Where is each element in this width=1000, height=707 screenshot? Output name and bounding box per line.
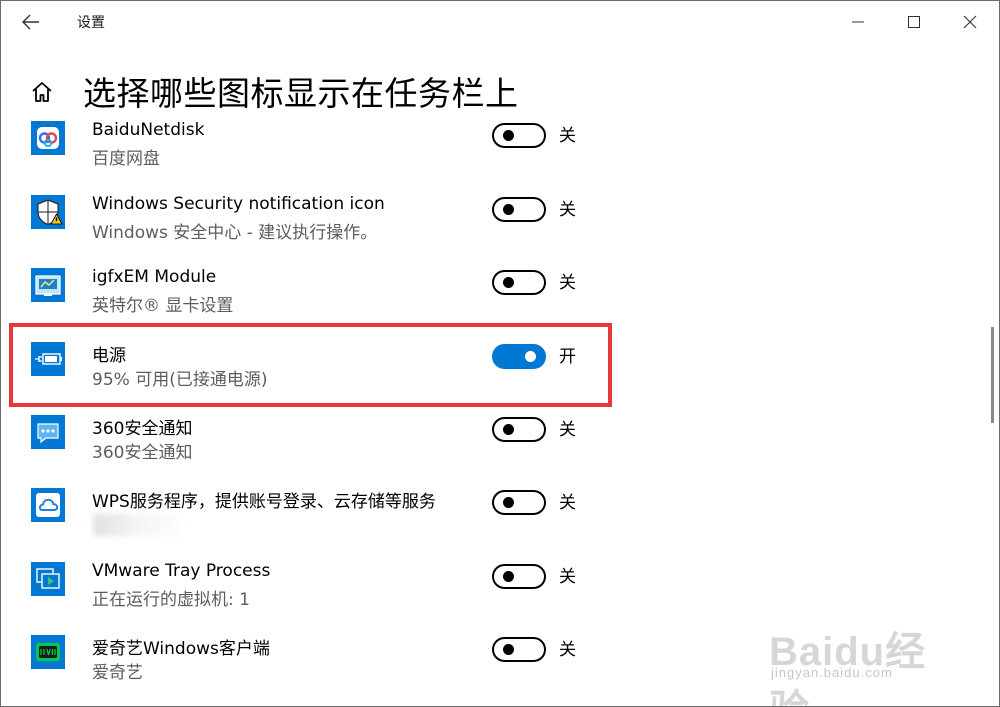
toggle-switch[interactable] (492, 637, 546, 662)
watermark: Baidu经验 jingyan.baidu.com (761, 599, 961, 706)
app-row-vmware: VMware Tray Process 正在运行的虚拟机: 1 关 (1, 561, 621, 628)
close-button[interactable] (947, 5, 993, 39)
app-subtitle: Windows 安全中心 - 建议执行操作。 (92, 223, 378, 243)
toggle-knob (503, 571, 514, 582)
maximize-icon (908, 16, 920, 28)
window-title: 设置 (77, 15, 105, 31)
toggle-state-label: 关 (559, 200, 576, 220)
minimize-button[interactable] (835, 5, 881, 39)
home-button[interactable] (27, 77, 57, 107)
scrollbar-thumb[interactable] (991, 327, 994, 423)
app-row-power: 电源 95% 可用(已接通电源) 开 (1, 342, 621, 408)
toggle-switch[interactable] (492, 270, 546, 295)
app-subtitle: 英特尔® 显卡设置 (92, 296, 234, 316)
app-row-igfxem: igfxEM Module 英特尔® 显卡设置 关 (1, 267, 621, 334)
app-name: Windows Security notification icon (92, 194, 385, 214)
app-name: VMware Tray Process (92, 561, 271, 581)
app-name: WPS服务程序，提供账号登录、云存储等服务 (92, 492, 436, 512)
toggle-knob (503, 204, 514, 215)
app-row-baidunetdisk: BaiduNetdisk 百度网盘 关 (1, 120, 621, 187)
toggle-state-label: 关 (559, 273, 576, 293)
toggle-knob (525, 351, 536, 362)
home-icon (32, 82, 52, 102)
blurred-redaction (93, 514, 181, 536)
settings-window: 设置 选择哪些图标显示在任务栏上 BaiduNetdisk 百度网盘 关 Win… (0, 0, 1000, 707)
back-arrow-icon (22, 14, 39, 30)
iqiyi-icon (31, 635, 65, 669)
app-subtitle: 爱奇艺 (92, 663, 143, 683)
back-button[interactable] (11, 5, 51, 39)
toggle-knob (503, 130, 514, 141)
app-subtitle: 360安全通知 (92, 443, 193, 463)
app-name: 爱奇艺Windows客户端 (92, 639, 270, 659)
shield-warning-icon (31, 195, 65, 229)
toggle-state-label: 关 (559, 640, 576, 660)
battery-plug-icon (31, 342, 65, 376)
watermark-brand: Baidu经验 (769, 630, 927, 706)
toggle-switch[interactable] (492, 344, 546, 369)
app-subtitle: 95% 可用(已接通电源) (92, 370, 268, 390)
toggle-switch[interactable] (492, 123, 546, 148)
toggle-switch[interactable] (492, 417, 546, 442)
app-subtitle: 正在运行的虚拟机: 1 (92, 590, 250, 610)
app-row-windows-security: Windows Security notification icon Windo… (1, 194, 621, 261)
intel-graphics-icon (31, 268, 65, 302)
toggle-switch[interactable] (492, 564, 546, 589)
toggle-knob (503, 644, 514, 655)
toggle-state-label: 关 (559, 567, 576, 587)
toggle-knob (503, 277, 514, 288)
app-subtitle: 百度网盘 (92, 149, 160, 169)
app-name: igfxEM Module (92, 267, 217, 287)
page-title: 选择哪些图标显示在任务栏上 (83, 74, 519, 113)
watermark-url: jingyan.baidu.com (771, 665, 893, 680)
toggle-knob (503, 497, 514, 508)
minimize-icon (852, 21, 864, 23)
baidu-netdisk-icon (31, 121, 65, 155)
toggle-state-label: 开 (559, 347, 576, 367)
app-name: BaiduNetdisk (92, 120, 205, 140)
toggle-switch[interactable] (492, 490, 546, 515)
app-row-360: 360安全通知 360安全通知 关 (1, 415, 621, 481)
cloud-icon (31, 488, 65, 522)
toggle-state-label: 关 (559, 420, 576, 440)
vmware-icon (31, 562, 65, 596)
toggle-state-label: 关 (559, 493, 576, 513)
maximize-button[interactable] (891, 5, 937, 39)
chat-bubble-icon (31, 415, 65, 449)
close-icon (963, 15, 977, 29)
toggle-switch[interactable] (492, 197, 546, 222)
toggle-knob (503, 424, 514, 435)
app-name: 电源 (92, 346, 126, 366)
title-bar: 设置 (1, 1, 999, 43)
toggle-state-label: 关 (559, 126, 576, 146)
app-name: 360安全通知 (92, 419, 193, 439)
app-row-iqiyi: 爱奇艺Windows客户端 爱奇艺 关 (1, 635, 621, 701)
